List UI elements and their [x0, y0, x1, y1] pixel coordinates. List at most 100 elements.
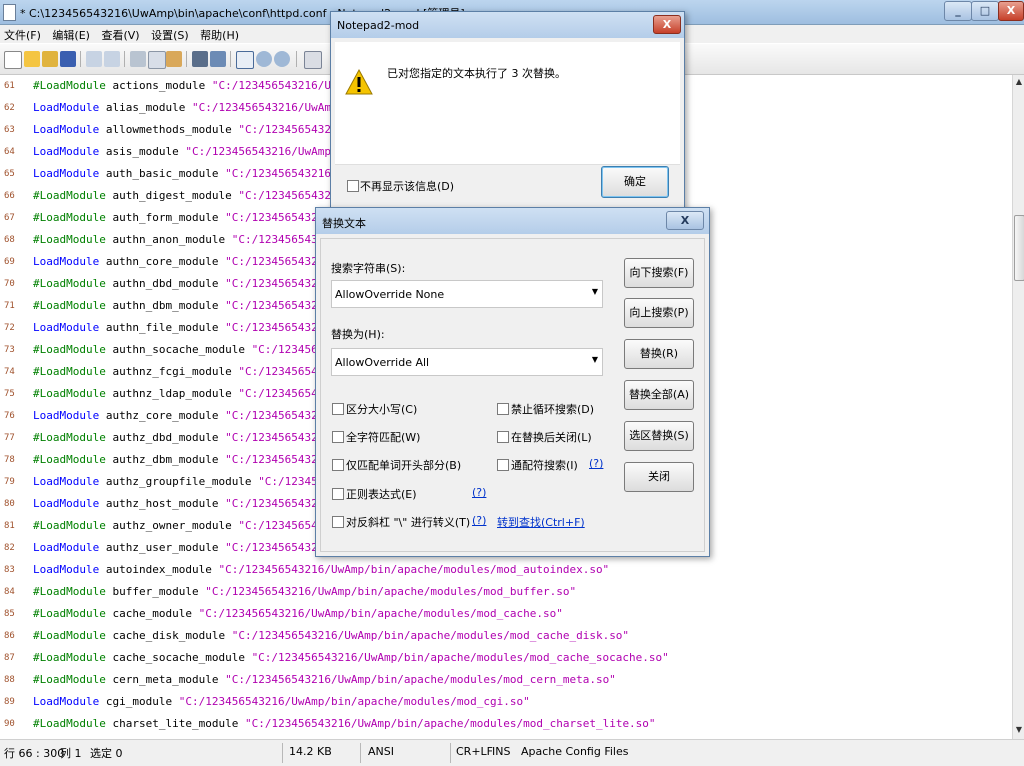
module-name: authz_dbd_module [112, 431, 219, 444]
message-dialog-titlebar[interactable]: Notepad2-mod X [331, 12, 684, 38]
code-line[interactable]: 87 #LoadModule cache_socache_module "C:/1… [0, 647, 1012, 669]
code-line[interactable]: 88 #LoadModule cern_meta_module "C:/12345… [0, 669, 1012, 691]
undo-icon[interactable] [86, 51, 102, 67]
minimize-button[interactable]: _ [944, 1, 972, 21]
open-folder-icon[interactable] [24, 51, 40, 67]
new-file-icon[interactable] [4, 51, 22, 69]
replace-dialog: 替换文本 X 搜索字符串(S): AllowOverride None ▼ 替换… [315, 207, 710, 557]
module-name: authz_host_module [105, 497, 219, 510]
directive-keyword: #LoadModule [33, 585, 106, 598]
line-number: 63 [4, 125, 15, 135]
redo-icon[interactable] [104, 51, 120, 67]
find-icon[interactable] [192, 51, 208, 67]
line-number: 74 [4, 367, 15, 377]
paste-icon[interactable] [166, 51, 182, 67]
replace-button[interactable]: 替换(R) [624, 339, 694, 369]
match-case-checkbox[interactable] [332, 403, 344, 415]
line-number: 79 [4, 477, 15, 487]
vertical-scrollbar[interactable]: ▲ ▼ [1012, 75, 1024, 739]
replace-input[interactable]: AllowOverride All ▼ [331, 348, 603, 376]
close-button[interactable]: X [998, 1, 1024, 21]
code-line[interactable]: 85 #LoadModule cache_module "C:/123456543… [0, 603, 1012, 625]
close-dialog-button[interactable]: 关闭 [624, 462, 694, 492]
code-line[interactable]: 83 LoadModule autoindex_module "C:/123456… [0, 559, 1012, 581]
code-text: #LoadModule charset_lite_module "C:/1234… [33, 713, 656, 735]
directive-keyword: LoadModule [33, 563, 100, 576]
code-line[interactable]: 90 #LoadModule charset_lite_module "C:/12… [0, 713, 1012, 735]
status-divider [282, 743, 283, 763]
zoom-out-icon[interactable] [274, 51, 290, 67]
replace-all-button[interactable]: 替换全部(A) [624, 380, 694, 410]
no-wrap-label: 禁止循环搜索(D) [511, 403, 595, 416]
escape-help-link[interactable]: (?) [472, 514, 486, 527]
code-line[interactable]: 89 LoadModule cgi_module "C:/123456543216… [0, 691, 1012, 713]
status-line-ending[interactable]: CR+LF [456, 745, 493, 758]
menu-help[interactable]: 帮助(H) [196, 25, 243, 43]
search-value: AllowOverride None [335, 288, 445, 301]
directive-keyword: LoadModule [33, 255, 100, 268]
whole-word-checkbox[interactable] [332, 431, 344, 443]
menu-settings[interactable]: 设置(S) [147, 25, 193, 43]
code-text: #LoadModule cache_module "C:/12345654321… [33, 603, 563, 625]
scroll-up-icon[interactable]: ▲ [1014, 77, 1024, 89]
replace-label: 替换为(H): [331, 328, 385, 341]
regex-label: 正则表达式(E) [346, 488, 417, 501]
menu-edit[interactable]: 编辑(E) [48, 25, 94, 43]
copy-icon[interactable] [148, 51, 166, 69]
search-input[interactable]: AllowOverride None ▼ [331, 280, 603, 308]
scroll-down-icon[interactable]: ▼ [1014, 725, 1024, 737]
code-text: LoadModule autoindex_module "C:/12345654… [33, 559, 609, 581]
ok-button[interactable]: 确定 [601, 166, 669, 198]
module-name: authz_user_module [105, 541, 219, 554]
save-icon[interactable] [60, 51, 76, 67]
find-next-button[interactable]: 向下搜索(F) [624, 258, 694, 288]
directive-keyword: LoadModule [33, 541, 100, 554]
chevron-down-icon[interactable]: ▼ [592, 287, 598, 296]
wildcard-checkbox[interactable] [497, 459, 509, 471]
status-mode[interactable]: INS [492, 745, 510, 758]
directive-keyword: LoadModule [33, 123, 100, 136]
close-after-replace-checkbox[interactable] [497, 431, 509, 443]
menu-file[interactable]: 文件(F) [0, 25, 45, 43]
cut-icon[interactable] [130, 51, 146, 67]
code-line[interactable]: 86 #LoadModule cache_disk_module "C:/1234… [0, 625, 1012, 647]
menu-view[interactable]: 查看(V) [97, 25, 143, 43]
module-name: authn_core_module [105, 255, 219, 268]
module-path: "C:/123456543216/UwAmp/bin/apache/module… [231, 629, 630, 642]
goto-find-link[interactable]: 转到查找(Ctrl+F) [497, 514, 585, 530]
replace-dialog-titlebar[interactable]: 替换文本 X [316, 208, 709, 234]
message-dialog-close-button[interactable]: X [653, 15, 681, 34]
dont-show-again-label: 不再显示该信息(D) [360, 180, 455, 193]
toolbar-separator [80, 51, 81, 67]
module-name: charset_lite_module [112, 717, 239, 730]
directive-keyword: #LoadModule [33, 387, 106, 400]
directive-keyword: #LoadModule [33, 79, 106, 92]
status-encoding[interactable]: ANSI [368, 745, 394, 758]
module-name: cache_socache_module [112, 651, 245, 664]
dont-show-again-checkbox[interactable] [347, 180, 359, 192]
toolbar-separator [124, 51, 125, 67]
scroll-thumb[interactable] [1014, 215, 1024, 281]
module-path: "C:/123456543216/UwAmp/bin/apache/module… [205, 585, 577, 598]
chevron-down-icon[interactable]: ▼ [592, 355, 598, 364]
replace-icon[interactable] [210, 51, 226, 67]
replace-in-selection-button[interactable]: 选区替换(S) [624, 421, 694, 451]
word-start-checkbox[interactable] [332, 459, 344, 471]
regex-help-link[interactable]: (?) [472, 486, 486, 499]
regex-checkbox[interactable] [332, 488, 344, 500]
status-scheme[interactable]: Apache Config Files [521, 745, 628, 758]
no-wrap-checkbox[interactable] [497, 403, 509, 415]
zoom-in-icon[interactable] [256, 51, 272, 67]
wildcard-help-link[interactable]: (?) [589, 457, 603, 470]
maximize-button[interactable]: □ [971, 1, 999, 21]
word-wrap-icon[interactable] [236, 51, 254, 69]
replace-dialog-close-button[interactable]: X [666, 211, 704, 230]
scheme-icon[interactable] [304, 51, 322, 69]
status-selection: 选定 0 [90, 747, 123, 760]
directive-keyword: LoadModule [33, 321, 100, 334]
find-previous-button[interactable]: 向上搜索(P) [624, 298, 694, 328]
escape-backslash-checkbox[interactable] [332, 516, 344, 528]
code-line[interactable]: 84 #LoadModule buffer_module "C:/12345654… [0, 581, 1012, 603]
directive-keyword: #LoadModule [33, 453, 106, 466]
browse-icon[interactable] [42, 51, 58, 67]
